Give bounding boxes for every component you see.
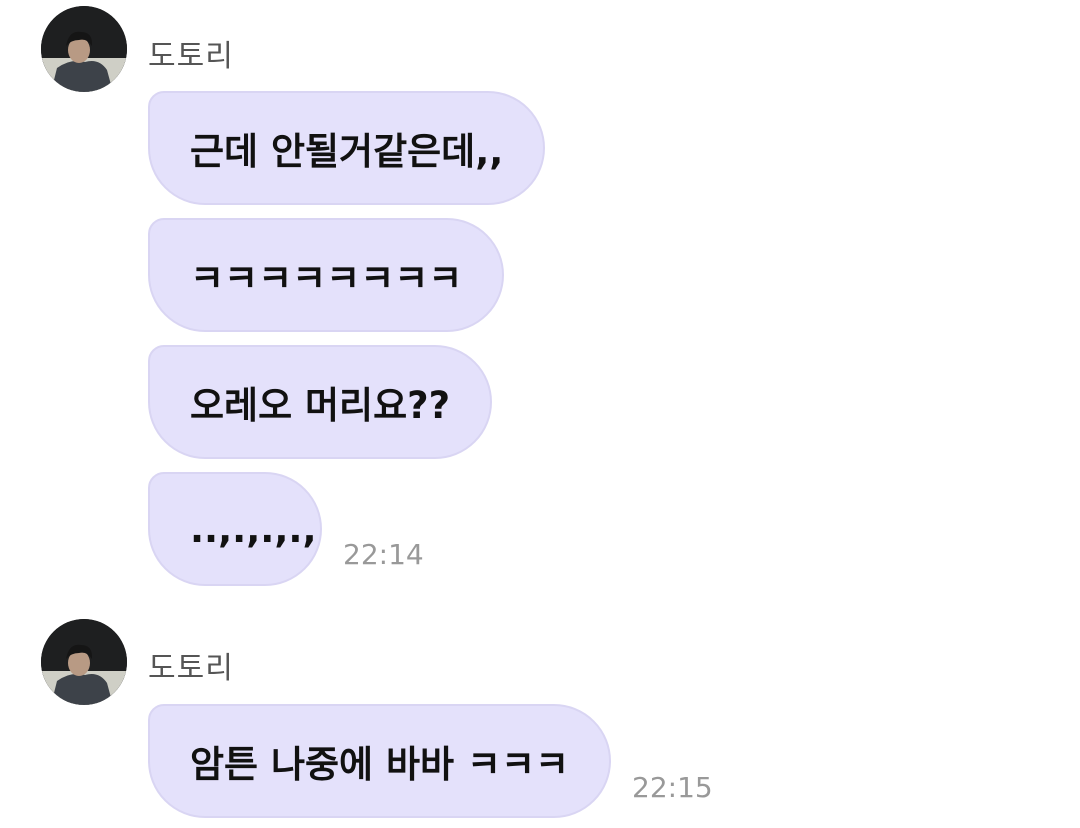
message-text: ㅋㅋㅋㅋㅋㅋㅋㅋ — [190, 257, 463, 300]
avatar[interactable] — [41, 6, 127, 92]
message-bubble[interactable]: 오레오 머리요?? — [148, 345, 493, 459]
message-text: ..,.,.,., — [190, 507, 317, 551]
message-bubble[interactable]: ㅋㅋㅋㅋㅋㅋㅋㅋ — [148, 218, 505, 332]
message-text: 암튼 나중에 바바 ㅋㅋㅋ — [190, 743, 570, 786]
message-text: 근데 안될거같은데,, — [190, 130, 504, 173]
message-bubble[interactable]: 근데 안될거같은데,, — [148, 91, 546, 205]
message-timestamp: 22:15 — [632, 771, 713, 804]
message-bubble[interactable]: 암튼 나중에 바바 ㅋㅋㅋ — [148, 704, 612, 818]
avatar[interactable] — [41, 619, 127, 705]
message-bubble[interactable]: ..,.,.,., — [148, 472, 322, 586]
sender-name: 도토리 — [148, 39, 234, 74]
message-text: 오레오 머리요?? — [190, 384, 451, 427]
sender-name: 도토리 — [148, 651, 234, 686]
message-timestamp: 22:14 — [343, 538, 424, 571]
profile-photo-icon — [41, 619, 127, 705]
profile-photo-icon — [41, 6, 127, 92]
